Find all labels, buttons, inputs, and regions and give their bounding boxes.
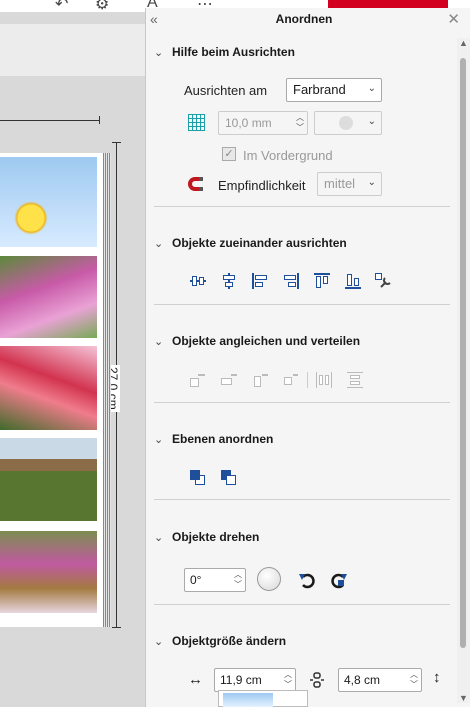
bring-forward-icon[interactable]: [190, 470, 206, 486]
section-title: Ebenen anordnen: [172, 432, 274, 446]
foreground-checkbox[interactable]: ✓: [222, 147, 236, 161]
section-divider: [154, 304, 450, 305]
section-match-distribute-header[interactable]: ⌄ Objekte angleichen und verteilen: [154, 334, 360, 350]
foreground-label: Im Vordergrund: [243, 148, 333, 163]
chevron-down-icon: ⌄: [367, 116, 376, 127]
width-stepper[interactable]: 11,9 cm ︿ ﹀: [214, 668, 296, 692]
align-to-dropdown[interactable]: Farbrand ⌄: [286, 78, 382, 102]
section-divider: [154, 206, 450, 207]
close-icon[interactable]: ✕: [447, 10, 460, 28]
link-ratio-icon[interactable]: [309, 672, 325, 688]
sensitivity-value: mittel: [324, 176, 356, 191]
photo-hedge[interactable]: [0, 438, 97, 521]
magnet-icon: [188, 176, 204, 192]
rotate-left-icon[interactable]: [298, 571, 316, 589]
chevron-down-icon: ⌄: [367, 83, 376, 94]
grid-size-value: 10,0 mm: [225, 116, 272, 130]
chevron-down-icon: ⌄: [154, 434, 164, 446]
photo-flowers-pink[interactable]: [0, 256, 97, 338]
section-title: Objektgröße ändern: [172, 634, 287, 648]
match-size-icon[interactable]: [190, 372, 206, 388]
width-arrow-icon: ↔: [188, 671, 203, 688]
thumbnail-image[interactable]: [223, 693, 273, 707]
distribute-vertical-icon[interactable]: [347, 372, 363, 388]
page-stack-edge: [103, 153, 111, 627]
color-swatch: [339, 116, 353, 130]
chevron-down-icon: ⌄: [154, 532, 164, 544]
align-right-icon[interactable]: [283, 273, 299, 289]
canvas-band: [0, 24, 147, 76]
scroll-thumb[interactable]: [460, 58, 466, 648]
section-title: Objekte drehen: [172, 530, 260, 544]
section-rotate-header[interactable]: ⌄ Objekte drehen: [154, 530, 259, 546]
thumbnail-strip[interactable]: [218, 690, 308, 707]
chevron-down-icon: ⌄: [367, 177, 376, 188]
match-width-icon[interactable]: [221, 372, 237, 388]
send-backward-icon[interactable]: [221, 470, 237, 486]
section-divider: [154, 604, 450, 605]
align-to-value: Farbrand: [293, 82, 346, 97]
sensitivity-label: Empfindlichkeit: [218, 178, 306, 193]
distribute-horizontal-icon[interactable]: [316, 372, 332, 388]
photo-flowers-red[interactable]: [0, 346, 97, 430]
section-title: Objekte zueinander ausrichten: [172, 236, 347, 250]
section-divider: [154, 499, 450, 500]
chevron-down-icon: ⌄: [154, 336, 164, 348]
rotation-dial[interactable]: [257, 567, 281, 591]
match-height-icon[interactable]: [252, 372, 268, 388]
section-align-help-header[interactable]: ⌄ Hilfe beim Ausrichten: [154, 45, 295, 61]
stepper-arrows-icon[interactable]: ︿ ﹀: [296, 113, 304, 133]
section-title: Hilfe beim Ausrichten: [172, 45, 295, 59]
align-center-horizontal-icon[interactable]: [190, 273, 206, 289]
height-stepper[interactable]: 4,8 cm ︿ ﹀: [338, 668, 422, 692]
section-layers-header[interactable]: ⌄ Ebenen anordnen: [154, 432, 273, 448]
align-left-icon[interactable]: [252, 273, 268, 289]
rotate-right-icon[interactable]: [330, 571, 348, 589]
align-to-label: Ausrichten am: [184, 83, 268, 98]
photo-sky[interactable]: [0, 157, 97, 247]
panel-scrollbar[interactable]: ▲ ▼: [457, 38, 470, 703]
match-proportion-icon[interactable]: [283, 372, 299, 388]
grid-size-stepper[interactable]: 10,0 mm ︿ ﹀: [218, 111, 308, 135]
section-title: Objekte angleichen und verteilen: [172, 334, 361, 348]
rotation-angle-value: 0°: [190, 573, 202, 587]
stepper-arrows-icon[interactable]: ︿ ﹀: [410, 670, 418, 690]
chevron-down-icon: ⌄: [154, 636, 164, 648]
sun-image: [12, 199, 50, 237]
scroll-up-icon[interactable]: ▲: [459, 38, 468, 48]
grid-icon: [188, 114, 205, 131]
section-divider: [154, 402, 450, 403]
calendar-page[interactable]: [0, 153, 111, 627]
arrange-panel: « Anordnen ✕ ▲ ▼ ⌄ Hilfe beim Ausrichten …: [145, 8, 470, 707]
toolbar-separator: [307, 372, 308, 388]
align-center-vertical-icon[interactable]: [221, 273, 237, 289]
chevron-down-icon: ⌄: [154, 47, 164, 59]
rotation-angle-stepper[interactable]: 0° ︿ ﹀: [184, 568, 246, 592]
height-value: 4,8 cm: [344, 673, 381, 687]
align-top-icon[interactable]: [314, 273, 330, 289]
stepper-arrows-icon[interactable]: ︿ ﹀: [234, 570, 242, 590]
width-value: 11,9 cm: [220, 673, 262, 687]
sensitivity-dropdown[interactable]: mittel ⌄: [317, 172, 382, 196]
stepper-arrows-icon[interactable]: ︿ ﹀: [284, 670, 292, 690]
scroll-down-icon[interactable]: ▼: [459, 693, 468, 703]
section-align-objects-header[interactable]: ⌄ Objekte zueinander ausrichten: [154, 236, 347, 252]
chevron-down-icon: ⌄: [154, 238, 164, 250]
align-settings-wrench-icon[interactable]: [375, 273, 391, 289]
align-bottom-icon[interactable]: [345, 273, 361, 289]
width-ruler: [0, 116, 100, 124]
photo-garden[interactable]: [0, 531, 97, 613]
height-arrow-icon: ↕: [433, 669, 441, 686]
panel-title: Anordnen: [275, 12, 333, 26]
grid-color-dropdown[interactable]: ⌄: [314, 111, 382, 135]
section-resize-header[interactable]: ⌄ Objektgröße ändern: [154, 634, 286, 650]
